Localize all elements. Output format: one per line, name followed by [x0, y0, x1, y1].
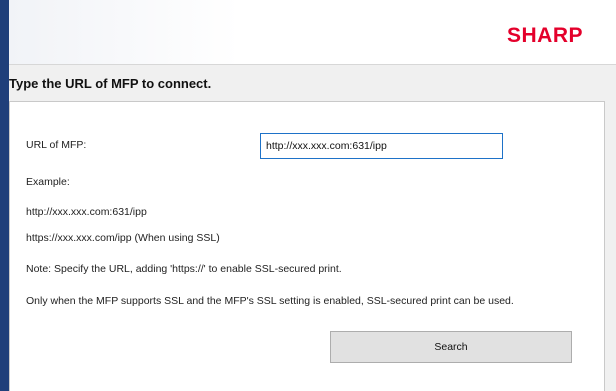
example-https-url: https://xxx.xxx.com/ipp (When using SSL): [26, 232, 220, 244]
url-input[interactable]: [260, 133, 503, 159]
ssl-note: Note: Specify the URL, adding 'https://'…: [26, 263, 342, 275]
window-left-edge: [0, 0, 9, 391]
example-http-url: http://xxx.xxx.com:631/ipp: [26, 206, 147, 218]
page-title: Type the URL of MFP to connect.: [9, 76, 212, 91]
search-button[interactable]: Search: [330, 331, 572, 363]
ssl-info-text: Only when the MFP supports SSL and the M…: [26, 295, 514, 307]
url-label: URL of MFP:: [26, 139, 87, 151]
sharp-logo: SHARP: [506, 24, 583, 47]
header-banner: SHARP: [9, 0, 616, 65]
example-label: Example:: [26, 176, 70, 188]
connection-panel: URL of MFP: Example: http://xxx.xxx.com:…: [9, 101, 605, 391]
